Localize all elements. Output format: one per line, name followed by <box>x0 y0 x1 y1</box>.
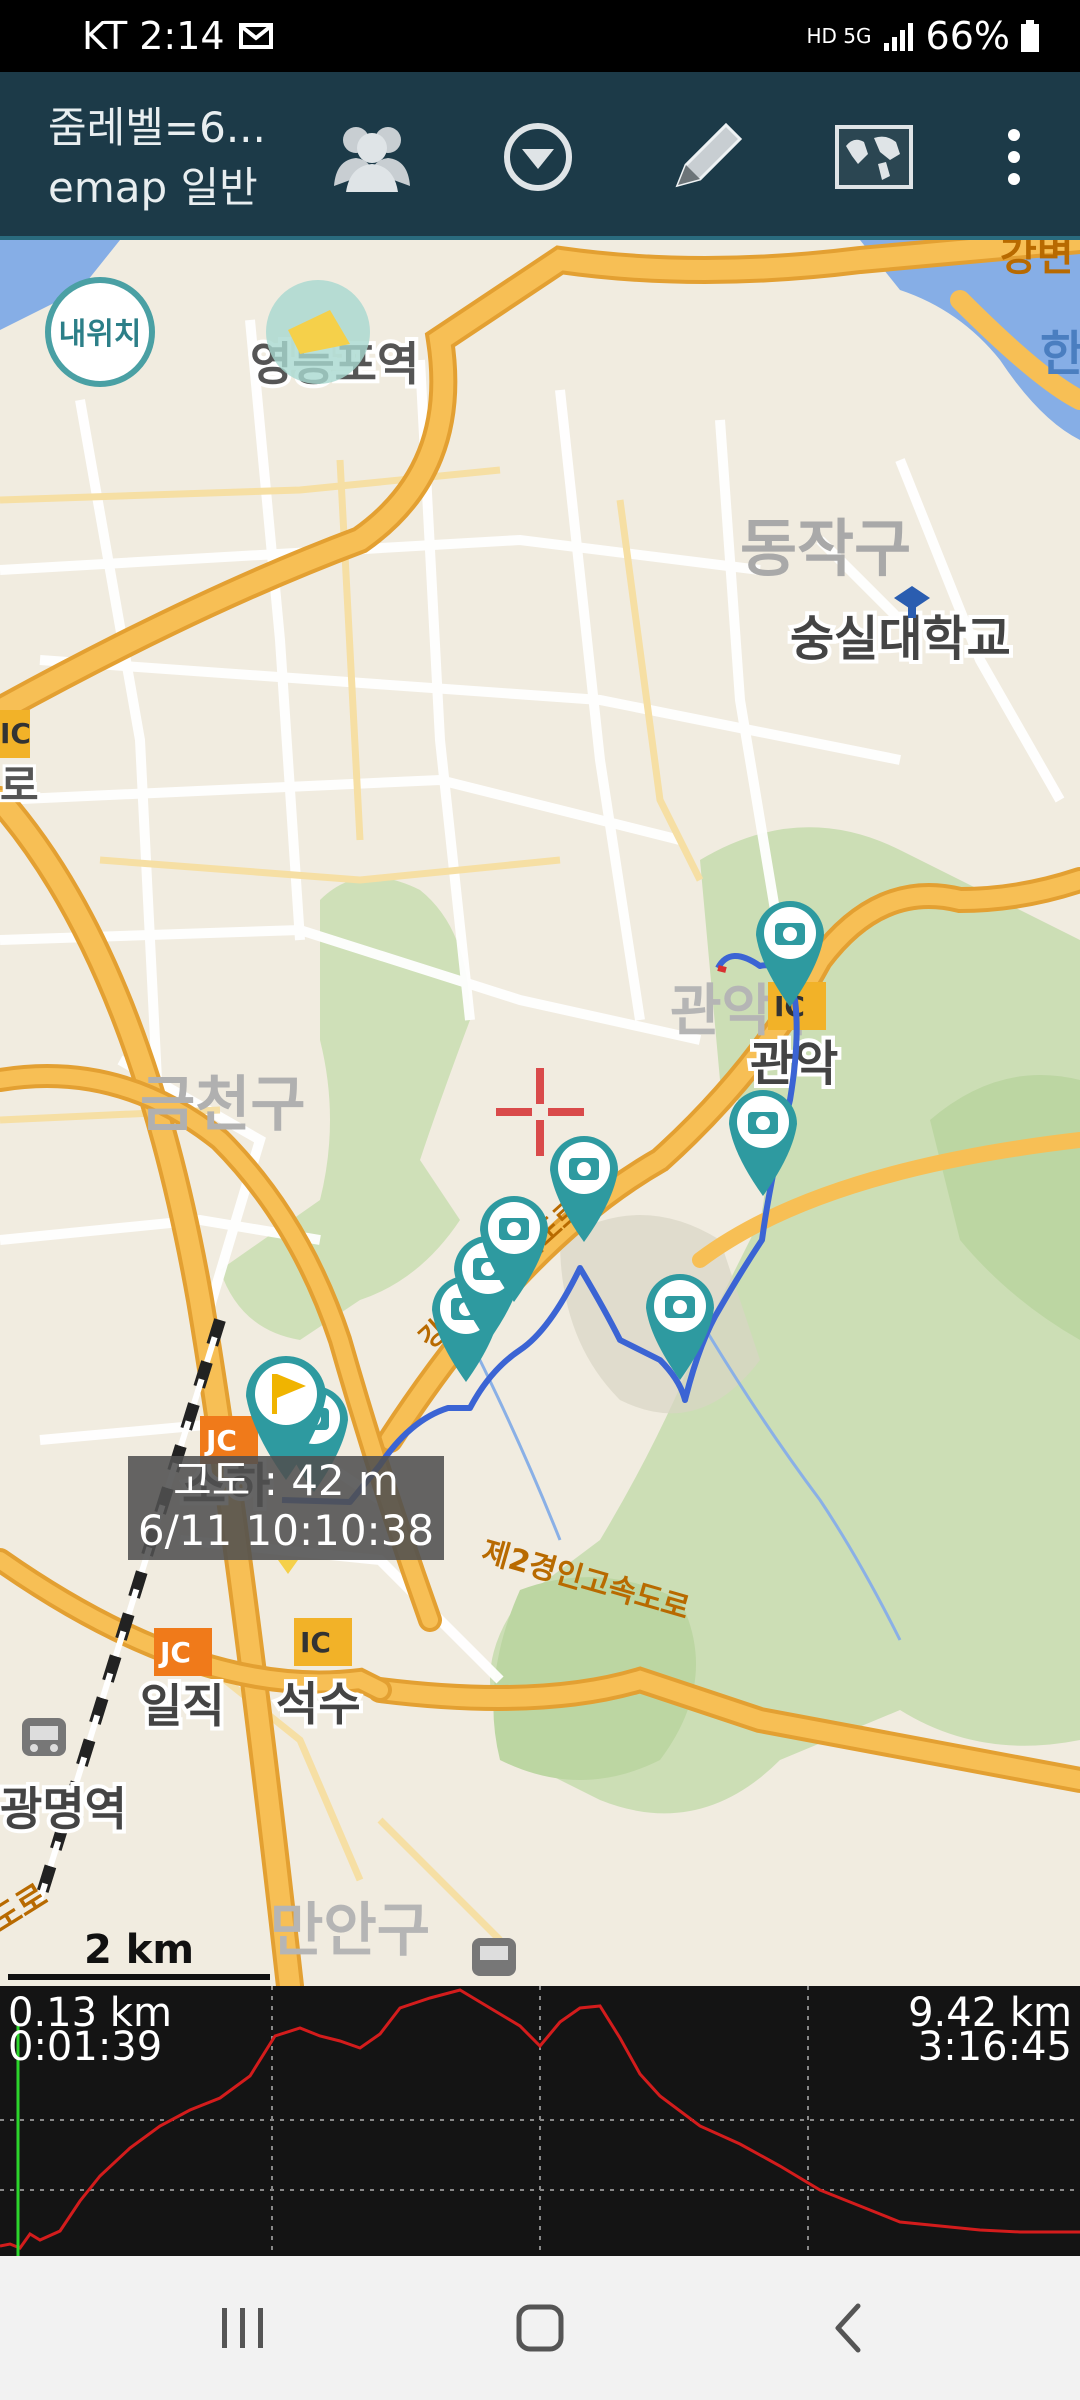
train-icon-gwangmyeong <box>22 1718 66 1756</box>
network-badges: HD 5G <box>806 24 872 48</box>
tooltip-datetime: 6/11 10:10:38 <box>137 1506 435 1555</box>
label-top-right: 강변 <box>1000 240 1074 280</box>
mail-icon <box>238 23 273 49</box>
label-seoksu: 석수 <box>276 1677 361 1731</box>
edit-button[interactable] <box>658 112 754 202</box>
altitude-tooltip: 고도 : 42 m 6/11 10:10:38 <box>128 1456 444 1560</box>
scale-bar: 2 km <box>8 1928 270 1980</box>
signal-icon <box>883 23 913 51</box>
dropdown-circle-icon <box>504 123 572 191</box>
label-left-ro: 로 <box>0 761 39 810</box>
scale-label: 2 km <box>83 1927 195 1973</box>
elev-start-time: 0:01:39 <box>8 2024 163 2070</box>
ic-seoksu: IC <box>300 1626 331 1659</box>
label-anyang: 만안구 <box>270 1896 430 1964</box>
home-button[interactable] <box>498 2286 582 2370</box>
recent-apps-button[interactable] <box>200 2286 284 2370</box>
dropdown-button[interactable] <box>490 112 586 202</box>
recent-apps-icon <box>222 2308 263 2348</box>
group-icon <box>334 127 410 192</box>
map-select-button[interactable] <box>826 112 922 202</box>
map-style-label: emap 일반 <box>48 163 258 212</box>
group-button[interactable] <box>324 112 420 202</box>
train-icon-anyang <box>472 1938 516 1976</box>
map-view[interactable]: 영등포역 동작구 숭실대학교 금천구 관악구 관악 소하 일직 석수 광명역 만… <box>0 240 1080 1986</box>
back-icon <box>835 2303 861 2353</box>
system-navbar <box>0 2256 1080 2400</box>
label-dongjak-gu: 동작구 <box>740 512 911 585</box>
label-soongsil: 숭실대학교 <box>790 611 1011 667</box>
pencil-icon <box>675 122 743 188</box>
scale-line <box>8 1974 270 1980</box>
world-map-icon <box>835 125 913 189</box>
altitude-value: 고도 : 42 m <box>173 1456 399 1505</box>
jc-iljik: JC <box>158 1636 191 1669</box>
status-bar: KT 2:14 HD 5G 66% <box>0 0 1080 72</box>
app-toolbar: 줌레벨=6... emap 일반 <box>0 72 1080 240</box>
carrier-time: KT 2:14 <box>82 14 225 58</box>
battery-percent: 66% <box>925 14 1010 58</box>
label-iljik: 일직 <box>140 1679 225 1733</box>
track-end <box>717 965 727 973</box>
map-title[interactable]: 줌레벨=6... emap 일반 <box>48 98 266 218</box>
zoom-level-label: 줌레벨=6... <box>48 103 266 152</box>
label-han: 한 <box>1040 326 1080 382</box>
home-icon <box>516 2304 564 2352</box>
jc-soha: JC <box>204 1424 237 1457</box>
back-button[interactable] <box>806 2286 890 2370</box>
my-location-label: 내위치 <box>59 317 142 352</box>
more-button[interactable] <box>966 112 1062 202</box>
my-location-button[interactable]: 내위치 <box>45 277 155 387</box>
tooltip-pointer <box>278 1560 298 1574</box>
label-geumcheon: 금천구 <box>140 1070 306 1140</box>
ic-left: IC <box>0 717 31 750</box>
battery-icon <box>1021 20 1039 52</box>
elevation-profile[interactable]: 0.13 km 0:01:39 9.42 km 3:16:45 <box>0 1986 1080 2256</box>
area-marker-icon[interactable] <box>266 280 370 384</box>
more-vertical-icon <box>1008 129 1020 185</box>
label-gwangmyeong: 광명역 <box>0 1782 127 1836</box>
elev-end-time: 3:16:45 <box>917 2024 1072 2070</box>
map-canvas: 영등포역 동작구 숭실대학교 금천구 관악구 관악 소하 일직 석수 광명역 만… <box>0 240 1080 1986</box>
